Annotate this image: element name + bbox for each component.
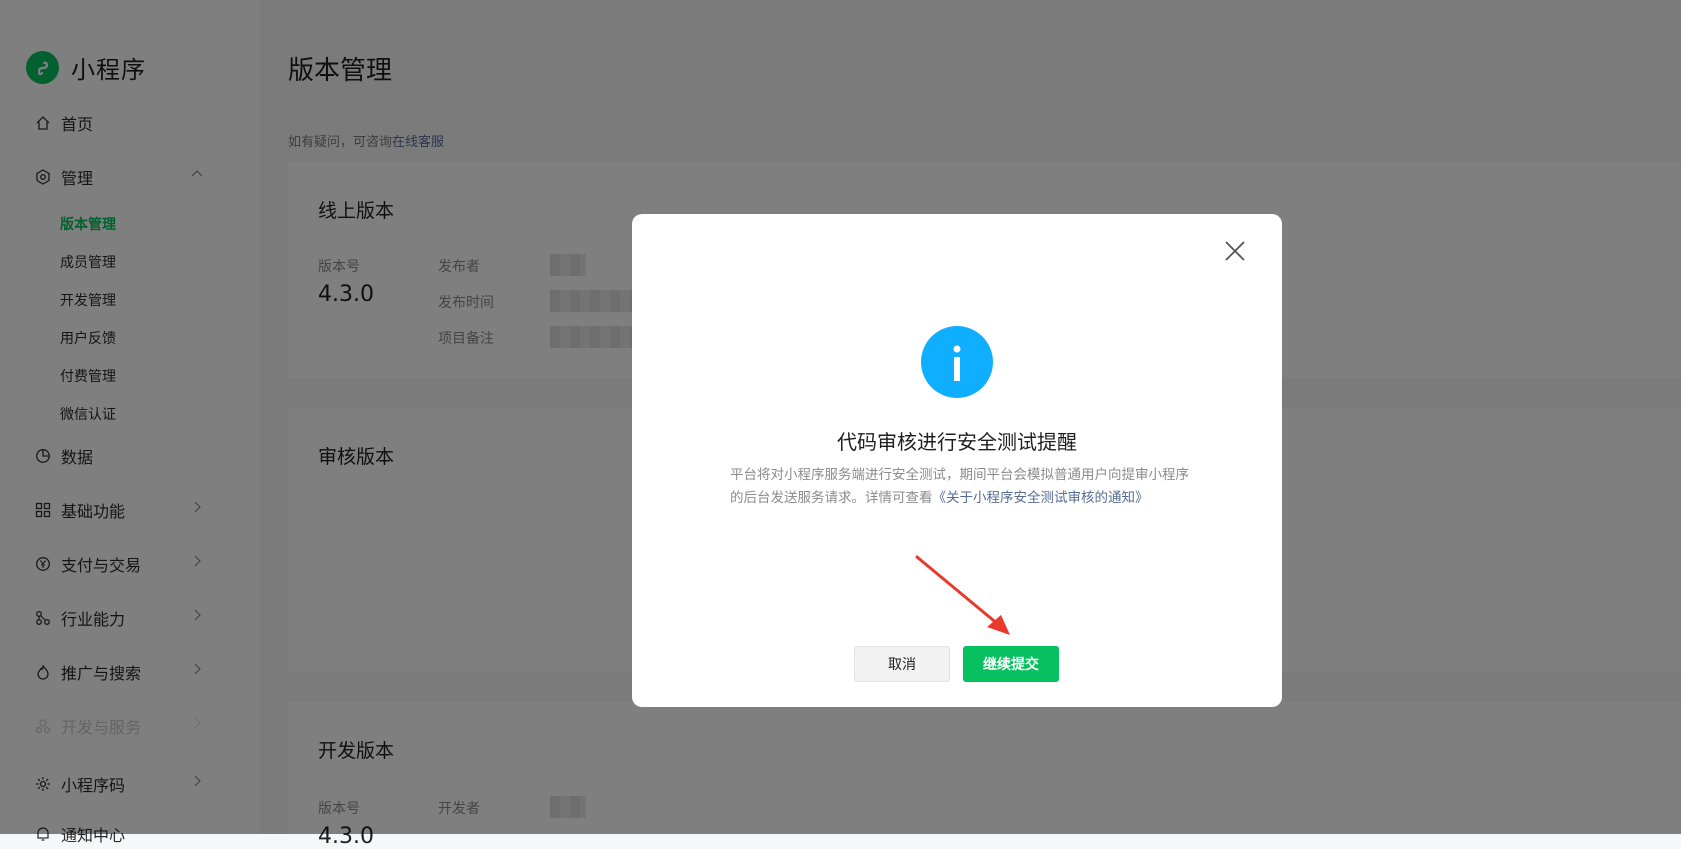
red-arrow-annotation-icon — [915, 555, 1010, 635]
continue-submit-button[interactable]: 继续提交 — [963, 646, 1059, 682]
close-icon[interactable] — [1220, 236, 1250, 266]
security-test-notice-link[interactable]: 《关于小程序安全测试审核的通知》 — [933, 490, 1149, 506]
dialog-message: 平台将对小程序服务端进行安全测试，期间平台会模拟普通用户向提审小程序的后台发送服… — [730, 464, 1190, 510]
cancel-button[interactable]: 取消 — [854, 646, 950, 682]
dialog-title: 代码审核进行安全测试提醒 — [837, 430, 1077, 454]
info-icon — [921, 326, 993, 398]
